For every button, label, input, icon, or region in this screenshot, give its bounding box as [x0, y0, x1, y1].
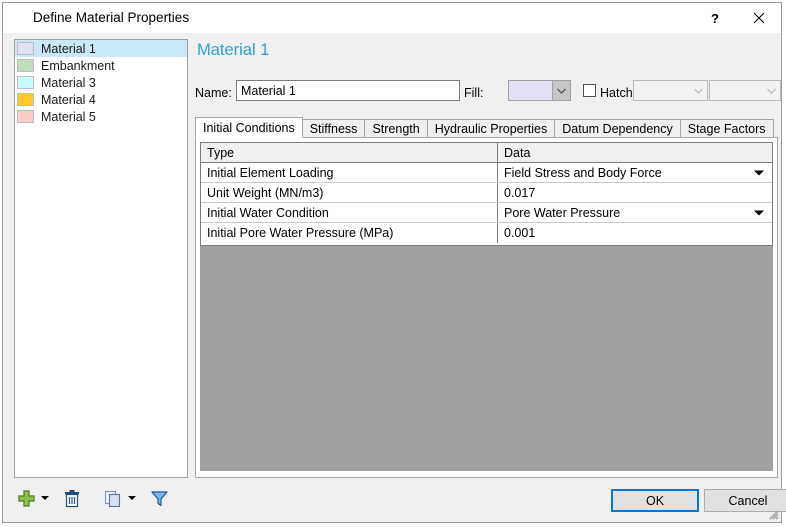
tab-stiffness[interactable]: Stiffness	[301, 119, 366, 138]
list-item-label: Material 3	[41, 75, 96, 90]
material-color-swatch	[17, 42, 34, 55]
list-item[interactable]: Embankment	[15, 57, 187, 74]
define-material-properties-dialog: Define Material Properties ? Material 1 E…	[2, 2, 786, 523]
ok-button[interactable]: OK	[611, 489, 699, 512]
chevron-down-icon	[690, 81, 707, 100]
grid-cell-data[interactable]: 0.017	[498, 183, 772, 202]
grid-cell-value: Pore Water Pressure	[504, 205, 621, 220]
tab-stage-factors[interactable]: Stage Factors	[679, 119, 774, 138]
empty-panel-area	[200, 246, 773, 471]
tab-datum-dependency[interactable]: Datum Dependency	[554, 119, 681, 138]
list-item-label: Material 4	[41, 92, 96, 107]
tab-panel-initial-conditions: Type Data Initial Element Loading Field S…	[195, 137, 778, 478]
hatch-label: Hatch:	[600, 86, 637, 100]
hatch-pattern-value	[634, 81, 690, 100]
fill-label: Fill:	[464, 86, 484, 100]
duplicate-dropdown-chevron-down-icon[interactable]	[128, 496, 136, 500]
material-color-swatch	[17, 93, 34, 106]
grid-header-type: Type	[201, 143, 498, 162]
resize-grip[interactable]	[765, 506, 779, 520]
material-color-swatch	[17, 59, 34, 72]
grid-cell-type: Initial Water Condition	[201, 203, 498, 222]
property-tabs: Initial Conditions Stiffness Strength Hydra…	[195, 117, 774, 138]
add-material-dropdown-chevron-down-icon[interactable]	[41, 496, 49, 500]
grid-header-data: Data	[504, 145, 531, 160]
tab-label: Strength	[372, 121, 420, 136]
add-material-button[interactable]	[17, 485, 36, 511]
delete-material-button[interactable]	[63, 485, 81, 511]
page-title: Material 1	[197, 41, 270, 59]
grid-cell-data[interactable]: Field Stress and Body Force	[498, 163, 772, 182]
help-icon[interactable]: ?	[693, 3, 737, 33]
tab-label: Stiffness	[309, 121, 358, 136]
chevron-down-icon[interactable]	[754, 210, 764, 215]
grid-cell-value: 0.017	[504, 185, 536, 200]
tab-label: Stage Factors	[687, 121, 766, 136]
hatch-color-value	[710, 81, 763, 100]
hatch-color-dropdown[interactable]	[709, 80, 781, 101]
material-color-swatch	[17, 76, 34, 89]
list-toolbar	[17, 485, 169, 511]
tab-strength[interactable]: Strength	[364, 119, 428, 138]
tab-label: Datum Dependency	[562, 121, 673, 136]
tab-initial-conditions[interactable]: Initial Conditions	[195, 117, 303, 138]
grid-cell-value: 0.001	[504, 226, 536, 240]
grid-cell-data[interactable]: Pore Water Pressure	[498, 203, 772, 222]
list-item[interactable]: Material 4	[15, 91, 187, 108]
chevron-down-icon	[552, 81, 570, 100]
table-row[interactable]: Initial Element Loading Field Stress and …	[201, 163, 772, 183]
grid-cell-type: Unit Weight (MN/m3)	[201, 183, 498, 202]
grid-header-row: Type Data	[201, 143, 772, 163]
fill-color-swatch	[509, 81, 552, 100]
title-bar: Define Material Properties ?	[3, 3, 781, 33]
table-row[interactable]: Initial Pore Water Pressure (MPa) 0.001	[201, 223, 772, 243]
hatch-pattern-dropdown[interactable]	[633, 80, 708, 101]
list-item-label: Embankment	[41, 58, 115, 73]
tab-label: Initial Conditions	[203, 120, 295, 135]
material-color-swatch	[17, 110, 34, 123]
table-row[interactable]: Unit Weight (MN/m3) 0.017	[201, 183, 772, 203]
tab-label: Hydraulic Properties	[434, 121, 548, 136]
grid-cell-type: Initial Element Loading	[201, 163, 498, 182]
table-row[interactable]: Initial Water Condition Pore Water Pressu…	[201, 203, 772, 223]
grid-cell-data[interactable]: 0.001	[498, 223, 772, 243]
chevron-down-icon[interactable]	[754, 170, 764, 175]
list-item-label: Material 5	[41, 109, 96, 124]
window-title: Define Material Properties	[33, 10, 190, 25]
properties-grid: Type Data Initial Element Loading Field S…	[200, 142, 773, 246]
name-label: Name:	[195, 86, 232, 100]
filter-materials-button[interactable]	[150, 485, 169, 511]
hatch-checkbox[interactable]	[583, 84, 596, 97]
list-item[interactable]: Material 1	[15, 40, 187, 57]
list-item[interactable]: Material 5	[15, 108, 187, 125]
list-item[interactable]: Material 3	[15, 74, 187, 91]
chevron-down-icon	[763, 81, 780, 100]
grid-cell-value: Field Stress and Body Force	[504, 165, 662, 180]
grid-cell-type: Initial Pore Water Pressure (MPa)	[201, 223, 498, 243]
list-item-label: Material 1	[41, 41, 96, 56]
close-icon[interactable]	[737, 3, 781, 33]
tab-hydraulic-properties[interactable]: Hydraulic Properties	[426, 119, 556, 138]
name-input[interactable]	[236, 80, 460, 101]
material-list[interactable]: Material 1 Embankment Material 3 Material 4…	[14, 39, 188, 478]
fill-color-dropdown[interactable]	[508, 80, 571, 101]
duplicate-material-button[interactable]	[103, 485, 123, 511]
